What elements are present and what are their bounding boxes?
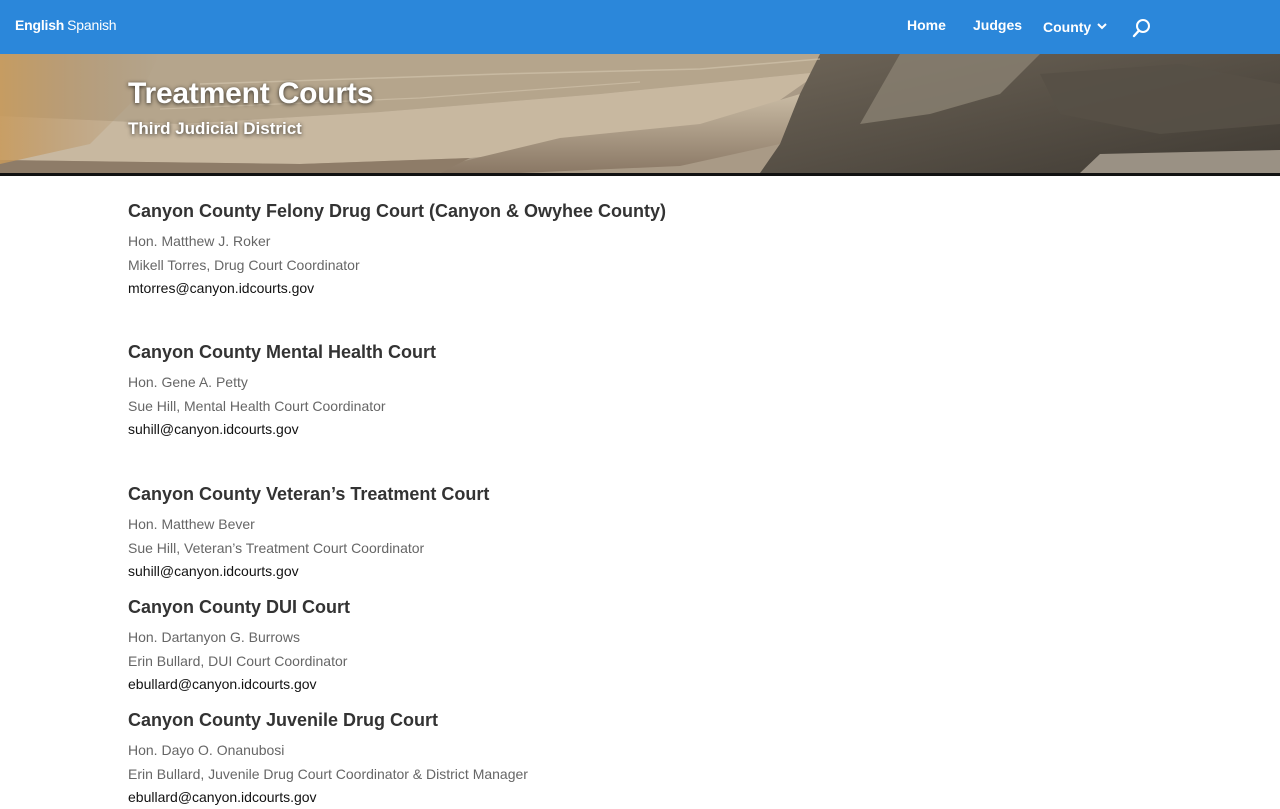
court-email-link[interactable]: suhill@canyon.idcourts.gov xyxy=(128,418,436,441)
court-coordinator: Erin Bullard, Juvenile Drug Court Coordi… xyxy=(128,766,528,782)
court-section-veterans-treatment: Canyon County Veteran’s Treatment Court … xyxy=(128,483,489,583)
court-coordinator: Erin Bullard, DUI Court Coordinator xyxy=(128,653,348,669)
nav-county-label: County xyxy=(1043,19,1092,35)
court-title: Canyon County Veteran’s Treatment Court xyxy=(128,484,490,504)
court-judge: Hon. Matthew Bever xyxy=(128,516,255,532)
court-judge: Hon. Dartanyon G. Burrows xyxy=(128,629,300,645)
court-email-link[interactable]: ebullard@canyon.idcourts.gov xyxy=(128,786,528,809)
court-email-link[interactable]: suhill@canyon.idcourts.gov xyxy=(128,560,489,583)
court-email-link[interactable]: ebullard@canyon.idcourts.gov xyxy=(128,673,350,696)
page-title: Treatment Courts xyxy=(128,77,374,110)
court-title: Canyon County Mental Health Court xyxy=(128,342,437,362)
nav-home-link[interactable]: Home xyxy=(907,17,946,33)
language-spanish-link[interactable]: Spanish xyxy=(67,17,116,33)
language-switcher: English Spanish xyxy=(15,17,117,33)
chevron-down-icon xyxy=(1097,17,1107,33)
top-navigation-bar: English Spanish Home Judges County xyxy=(0,0,1280,54)
court-section-dui: Canyon County DUI Court Hon. Dartanyon G… xyxy=(128,596,350,696)
court-judge: Hon. Matthew J. Roker xyxy=(128,233,271,249)
court-title: Canyon County DUI Court xyxy=(128,597,350,617)
court-coordinator: Sue Hill, Mental Health Court Coordinato… xyxy=(128,398,386,414)
hero-background-image xyxy=(0,54,1280,173)
court-section-mental-health: Canyon County Mental Health Court Hon. G… xyxy=(128,341,436,441)
court-coordinator: Sue Hill, Veteran’s Treatment Court Coor… xyxy=(128,540,425,556)
court-judge: Hon. Dayo O. Onanubosi xyxy=(128,742,285,758)
court-coordinator: Mikell Torres, Drug Court Coordinator xyxy=(128,257,360,273)
hero-divider xyxy=(0,173,1280,176)
page-subtitle: Third Judicial District xyxy=(128,119,302,138)
court-judge: Hon. Gene A. Petty xyxy=(128,374,248,390)
hero-banner: Treatment Courts Third Judicial District xyxy=(0,54,1280,173)
court-title: Canyon County Felony Drug Court (Canyon … xyxy=(128,201,667,221)
court-email-link[interactable]: mtorres@canyon.idcourts.gov xyxy=(128,277,666,300)
court-section-felony-drug: Canyon County Felony Drug Court (Canyon … xyxy=(128,200,666,300)
search-icon[interactable] xyxy=(1131,17,1153,39)
court-title: Canyon County Juvenile Drug Court xyxy=(128,710,439,730)
nav-judges-link[interactable]: Judges xyxy=(973,17,1022,33)
nav-county-menu[interactable]: County xyxy=(1043,17,1107,35)
court-section-juvenile-drug: Canyon County Juvenile Drug Court Hon. D… xyxy=(128,709,528,809)
language-english-link[interactable]: English xyxy=(15,17,64,33)
